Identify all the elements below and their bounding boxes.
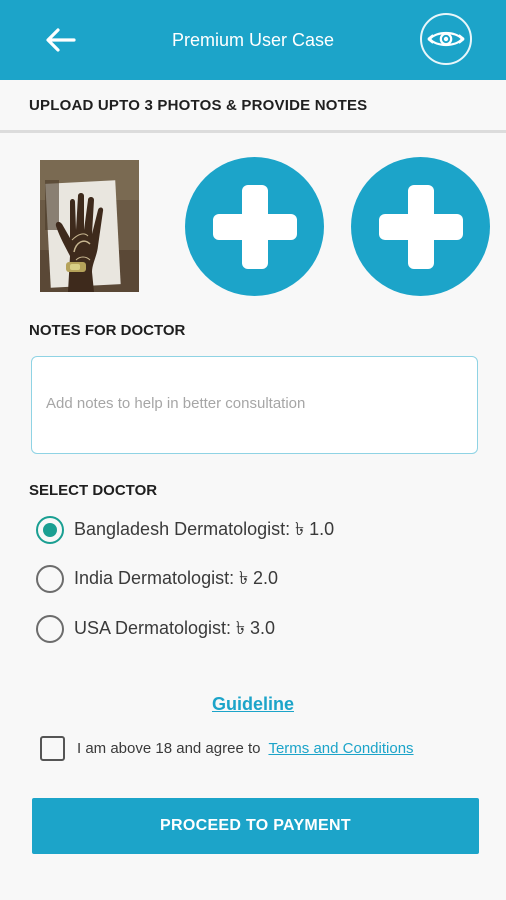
terms-agreement-row: I am above 18 and agree to Terms and Con… (40, 735, 414, 761)
back-button[interactable] (40, 22, 80, 58)
add-photo-button[interactable] (351, 157, 490, 296)
agree-checkbox[interactable] (40, 735, 65, 761)
eye-button[interactable] (420, 13, 472, 65)
radio-button[interactable] (36, 565, 64, 593)
terms-link[interactable]: Terms and Conditions (268, 740, 413, 757)
doctor-option-india[interactable]: India Dermatologist: ৳ 2.0 (36, 564, 278, 594)
agree-text: I am above 18 and agree to (77, 739, 261, 757)
notes-input[interactable] (31, 356, 478, 454)
select-doctor-label: SELECT DOCTOR (29, 482, 158, 499)
uploaded-photo[interactable] (40, 160, 139, 292)
plus-icon-bar (379, 214, 463, 240)
radio-button-selected[interactable] (36, 516, 64, 544)
upload-heading: UPLOAD UPTO 3 PHOTOS & PROVIDE NOTES (29, 97, 368, 114)
app-screen: Premium User Case UPLOAD UPTO 3 PHOTOS &… (0, 0, 506, 900)
guideline-link[interactable]: Guideline (0, 694, 506, 715)
notes-label: NOTES FOR DOCTOR (29, 322, 186, 339)
doctor-option-usa[interactable]: USA Dermatologist: ৳ 3.0 (36, 614, 275, 644)
doctor-option-label: India Dermatologist: ৳ 2.0 (74, 567, 279, 588)
radio-button[interactable] (36, 615, 64, 643)
arrow-left-icon (46, 28, 76, 52)
doctor-option-bangladesh[interactable]: Bangladesh Dermatologist: ৳ 1.0 (36, 515, 334, 545)
eye-icon (427, 31, 465, 47)
plus-icon-bar (213, 214, 297, 240)
doctor-option-label: Bangladesh Dermatologist: ৳ 1.0 (74, 518, 335, 539)
add-photo-button[interactable] (185, 157, 324, 296)
proceed-to-payment-button[interactable]: PROCEED TO PAYMENT (32, 798, 479, 854)
doctor-option-label: USA Dermatologist: ৳ 3.0 (74, 617, 276, 638)
section-divider (0, 130, 506, 133)
top-app-bar: Premium User Case (0, 0, 506, 80)
hand-photo-image (40, 160, 139, 292)
